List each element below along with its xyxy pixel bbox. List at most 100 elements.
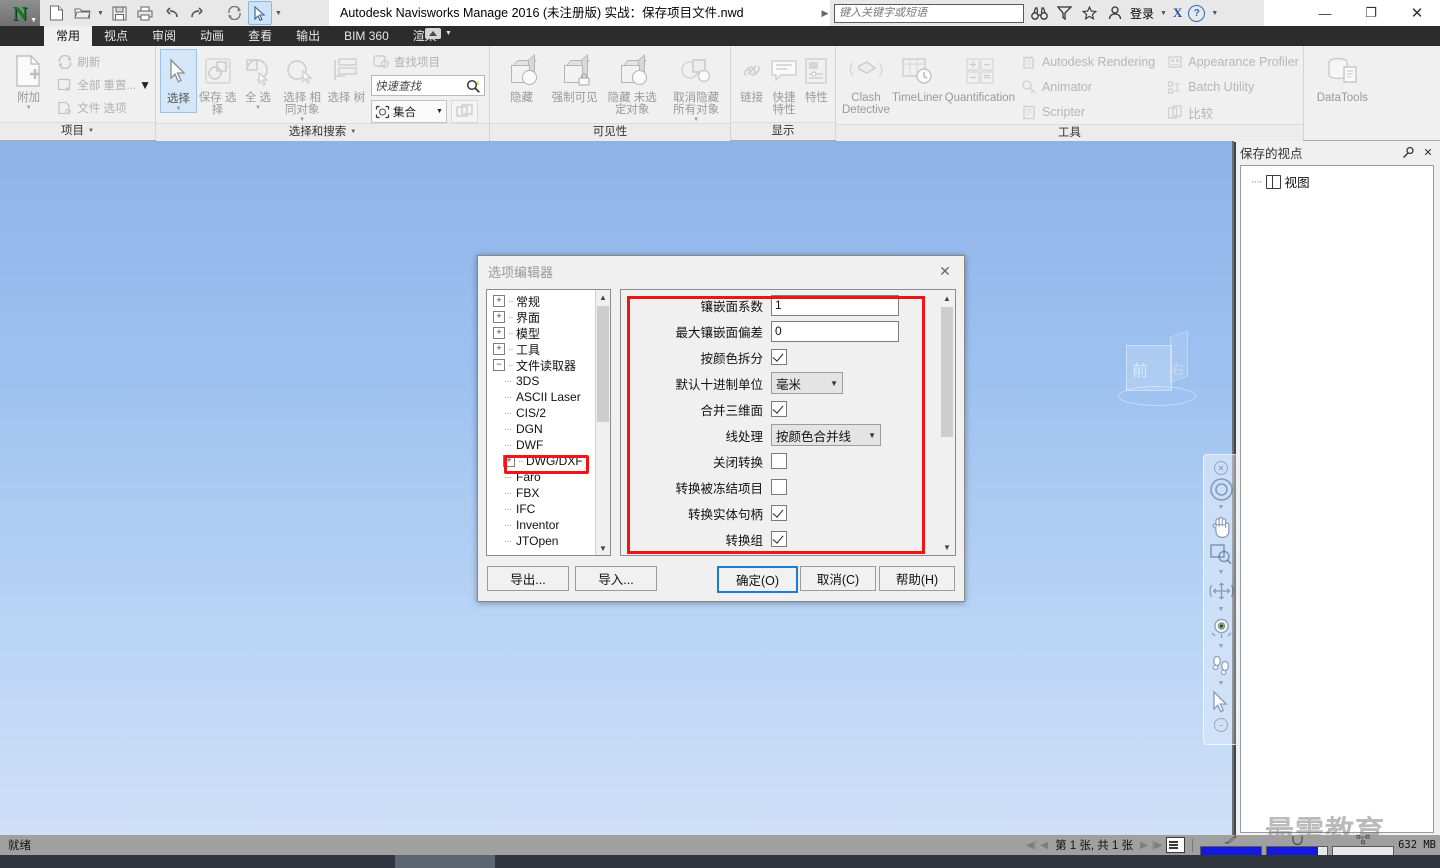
viewpoints-list[interactable]: ···· 视图 (1240, 165, 1434, 833)
minimize-button[interactable]: — (1302, 0, 1348, 26)
ribbon-minimize-control[interactable]: ▼ (425, 28, 452, 39)
scroll-down-icon[interactable]: ▼ (940, 540, 954, 554)
tree-node-fbx[interactable]: ··· FBX (491, 485, 596, 501)
animator-button[interactable]: Animator (1021, 75, 1155, 99)
close-button[interactable]: ✕ (1394, 0, 1440, 26)
import-button[interactable]: 导入... (575, 566, 657, 591)
pan-hand-icon[interactable] (1206, 512, 1236, 540)
tree-node-jtopen[interactable]: ··· JTOpen (491, 533, 596, 549)
require-button[interactable]: 强制可见 (551, 49, 598, 104)
page-nav-prev[interactable]: ◀ (1040, 840, 1048, 851)
scrollbar-thumb[interactable] (941, 307, 953, 437)
expand-icon[interactable]: + (493, 311, 505, 323)
timeliner-button[interactable]: TimeLiner (892, 49, 943, 104)
zoom-window-icon[interactable] (1206, 540, 1236, 568)
hide-unselected-button[interactable]: 隐藏 未选定对象 (604, 49, 660, 116)
save-button[interactable] (107, 1, 131, 25)
dialog-close-button[interactable]: ✕ (932, 261, 958, 283)
select-arrow-icon[interactable] (1206, 688, 1236, 716)
tree-node-tools[interactable]: + ·· 工具 (491, 341, 596, 357)
view-cube-compass-ring[interactable] (1118, 386, 1196, 406)
datatools-button[interactable]: DataTools (1317, 49, 1368, 104)
select-all-button[interactable]: 全 选 ▼ (238, 49, 277, 111)
sheet-browser-icon[interactable] (1166, 837, 1186, 853)
convert-frozen-checkbox[interactable] (771, 479, 787, 495)
tab-viewpoint[interactable]: 视点 (92, 26, 140, 46)
list-item[interactable]: ···· 视图 (1241, 166, 1433, 191)
convert-groups-checkbox[interactable] (771, 531, 787, 547)
appearance-profiler-button[interactable]: Appearance Profiler (1167, 50, 1299, 74)
undo-button[interactable] (159, 1, 183, 25)
expand-icon[interactable]: + (493, 343, 505, 355)
login-button[interactable]: 登录 (1130, 5, 1154, 22)
print-button[interactable] (133, 1, 157, 25)
tree-node-file-readers[interactable]: − ·· 文件读取器 (491, 357, 596, 373)
compare-button[interactable]: 比较 (1167, 100, 1298, 124)
qat-customize-caret-icon[interactable]: ▼ (274, 2, 283, 24)
export-button[interactable]: 导出... (487, 566, 569, 591)
autodesk-exchange-icon[interactable]: X (1173, 5, 1182, 21)
panel-title-select-search[interactable]: 选择和搜索 ▼ (156, 123, 489, 141)
selection-inspector-button[interactable] (450, 100, 478, 123)
open-file-button[interactable] (70, 1, 94, 25)
close-icon[interactable]: ✕ (1420, 144, 1436, 160)
tree-node-dgn[interactable]: ··· DGN (491, 421, 596, 437)
communication-center-icon[interactable] (1055, 4, 1074, 23)
look-caret-icon[interactable]: ▼ (1218, 642, 1225, 651)
tab-bim360[interactable]: BIM 360 (332, 26, 401, 46)
tree-node-dwf[interactable]: ··· DWF (491, 437, 596, 453)
refresh-button[interactable] (222, 1, 246, 25)
page-nav-last[interactable]: |▶ (1152, 840, 1162, 851)
quick-properties-button[interactable]: 快捷 特性 (769, 49, 798, 116)
tree-node-cis2[interactable]: ··· CIS/2 (491, 405, 596, 421)
default-decimal-units-select[interactable]: 毫米 ▼ (771, 372, 843, 394)
clash-detective-button[interactable]: Clash Detective (842, 49, 890, 116)
panel-title-display[interactable]: 显示 (731, 122, 835, 140)
merge-3d-faces-checkbox[interactable] (771, 401, 787, 417)
chevron-down-icon[interactable]: ▼ (26, 105, 32, 111)
links-button[interactable]: 链接 (737, 49, 766, 104)
maximize-button[interactable]: ❐ (1348, 0, 1394, 26)
convert-entity-handles-checkbox[interactable] (771, 505, 787, 521)
chevron-down-icon[interactable]: ▼ (175, 106, 181, 112)
reset-all-button[interactable]: 全部 重置... ▼ (54, 73, 151, 96)
quantification-button[interactable]: Quantification (945, 49, 1015, 104)
select-mode-button[interactable] (248, 1, 272, 25)
unhide-all-button[interactable]: 取消隐藏 所有对象 ▼ (666, 49, 726, 123)
navbar-close-icon[interactable]: ✕ (1214, 461, 1228, 475)
ok-button[interactable]: 确定(O) (717, 566, 798, 593)
select-same-button[interactable]: 选择 相同对象 ▼ (279, 49, 326, 123)
quick-find-input[interactable]: 快速查找 (370, 75, 485, 96)
selection-tree-button[interactable]: 选择 树 (327, 49, 366, 104)
tab-review[interactable]: 审阅 (140, 26, 188, 46)
tab-animation[interactable]: 动画 (188, 26, 236, 46)
taskbar-active-item[interactable] (395, 855, 495, 868)
open-dropdown-caret-icon[interactable]: ▼ (96, 2, 105, 24)
app-menu-button[interactable]: N ▼ (0, 0, 40, 28)
panel-title-project[interactable]: 项目 ▼ (0, 122, 155, 140)
new-file-button[interactable] (44, 1, 68, 25)
sets-button[interactable]: 集合 ▼ (370, 100, 447, 123)
expand-icon[interactable]: + (493, 295, 505, 307)
split-by-color-checkbox[interactable] (771, 349, 787, 365)
help-caret-icon[interactable]: ▼ (1211, 10, 1218, 17)
tree-node-interface[interactable]: + ·· 界面 (491, 309, 596, 325)
file-options-button[interactable]: 文件 选项 (54, 96, 151, 119)
scroll-up-icon[interactable]: ▲ (940, 291, 954, 305)
tab-output[interactable]: 输出 (284, 26, 332, 46)
steering-wheel-icon[interactable] (1206, 475, 1236, 503)
panel-title-visibility[interactable]: 可见性 (490, 123, 730, 141)
facet-factor-input[interactable]: 1 (771, 294, 899, 316)
help-button[interactable]: ? (1188, 4, 1206, 22)
orbit-icon[interactable] (1206, 577, 1236, 605)
tab-view[interactable]: 查看 (236, 26, 284, 46)
find-items-button[interactable]: 查找项目 (371, 50, 485, 73)
scroll-up-icon[interactable]: ▲ (596, 290, 610, 304)
max-facet-deviation-input[interactable]: 0 (771, 320, 899, 342)
scroll-down-icon[interactable]: ▼ (596, 541, 610, 555)
help-button-dialog[interactable]: 帮助(H) (879, 566, 955, 591)
attach-button[interactable]: 附加 ▼ (4, 49, 53, 111)
tab-home[interactable]: 常用 (44, 26, 93, 46)
redo-button[interactable] (185, 1, 209, 25)
refresh-button-ribbon[interactable]: 刷新 (54, 50, 151, 73)
